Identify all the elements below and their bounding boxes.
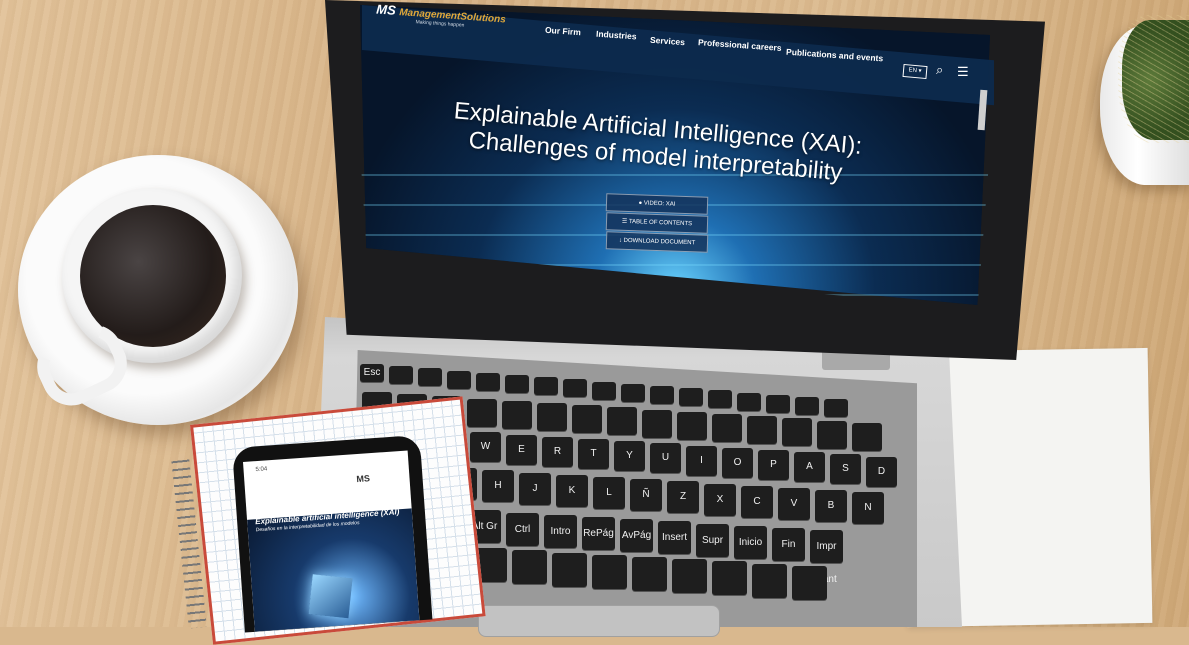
keyboard-key[interactable]: Y [614, 441, 645, 472]
logo-mark: MS [375, 1, 397, 18]
keyboard-key[interactable] [418, 368, 442, 387]
keyboard-key[interactable]: Esc [360, 364, 384, 382]
keyboard-key[interactable] [505, 375, 529, 393]
keyboard-key[interactable]: P [758, 450, 789, 480]
keyboard-key[interactable] [782, 418, 812, 447]
keyboard-key[interactable] [817, 420, 847, 449]
keyboard-key[interactable] [792, 565, 827, 600]
language-select[interactable]: EN ▾ [902, 63, 928, 80]
keyboard-key[interactable] [537, 403, 567, 431]
keyboard-key[interactable] [552, 552, 587, 587]
keyboard-key[interactable]: S [830, 454, 861, 485]
keyboard-key[interactable] [747, 416, 777, 445]
keyboard-key[interactable]: A [794, 452, 825, 483]
keyboard-key[interactable] [677, 411, 707, 440]
menu-icon[interactable]: ☰ [957, 64, 969, 80]
keyboard-key[interactable]: D [866, 456, 897, 487]
keyboard-key[interactable]: Ñ [630, 479, 662, 512]
keyboard-key[interactable] [572, 405, 602, 434]
keyboard-key[interactable] [592, 381, 616, 400]
search-icon[interactable]: ⌕ [936, 62, 943, 78]
cactus-spines [1118, 15, 1189, 143]
keyboard-key[interactable] [447, 370, 471, 389]
keyboard-key[interactable]: R [542, 436, 573, 467]
keyboard-key[interactable] [712, 414, 742, 442]
keyboard-key[interactable] [737, 392, 761, 411]
keyboard-key[interactable]: RePág [582, 517, 615, 550]
keyboard-key[interactable] [752, 563, 787, 598]
phone-time: 5:04 [255, 466, 268, 474]
keyboard-key[interactable]: Impr Pant [810, 530, 843, 585]
keyboard-key[interactable]: X [704, 483, 736, 516]
keyboard-key[interactable] [389, 366, 413, 385]
keyboard-key[interactable]: L [593, 477, 625, 509]
keyboard-key[interactable] [632, 557, 667, 591]
keyboard-key[interactable] [592, 554, 627, 589]
keyboard-key[interactable] [476, 372, 500, 391]
keyboard-key[interactable] [512, 550, 547, 585]
keyboard-key[interactable]: Intro [544, 514, 577, 548]
keyboard-key[interactable]: N [852, 492, 884, 525]
phone-site-logo[interactable]: MS [356, 473, 370, 484]
keyboard-key[interactable] [607, 407, 637, 436]
keyboard-key[interactable] [679, 388, 703, 407]
keyboard-key[interactable]: V [778, 488, 810, 520]
keyboard-key[interactable]: T [578, 439, 609, 469]
keyboard-key[interactable]: O [722, 447, 753, 478]
keyboard-key[interactable]: B [815, 490, 847, 523]
keyboard-key[interactable] [672, 559, 707, 594]
keyboard-key[interactable]: U [650, 443, 681, 474]
keyboard-key[interactable] [467, 398, 497, 427]
download-button-label: DOWNLOAD DOCUMENT [623, 237, 696, 247]
keyboard-key[interactable] [650, 386, 674, 404]
keyboard-key[interactable]: H [482, 470, 514, 503]
keyboard-key[interactable] [642, 409, 672, 438]
keyboard-key[interactable]: Fin [772, 528, 805, 561]
video-button-label: VIDEO: XAI [643, 200, 676, 208]
keyboard-key[interactable] [712, 561, 747, 596]
phone-screen: 5:04 MS Explainable artificial intellige… [243, 450, 420, 632]
keyboard-key[interactable] [824, 399, 848, 418]
keyboard-key[interactable]: E [506, 434, 537, 465]
keyboard-key[interactable]: W [470, 432, 501, 463]
download-document-button[interactable]: ↓ DOWNLOAD DOCUMENT [605, 231, 709, 253]
keyboard-key[interactable] [621, 383, 645, 402]
keyboard-key[interactable]: C [741, 485, 773, 518]
keyboard-key[interactable] [534, 377, 558, 396]
keyboard-key[interactable] [708, 390, 732, 409]
keyboard-key[interactable] [766, 394, 790, 413]
keyboard-key[interactable]: K [556, 474, 588, 507]
keyboard-key[interactable]: Insert [658, 521, 691, 555]
keyboard-key[interactable]: J [519, 472, 551, 505]
glowing-cube [308, 574, 353, 619]
keyboard-key[interactable] [502, 400, 532, 429]
table-of-contents-button[interactable]: ☰ TABLE OF CONTENTS [605, 212, 709, 234]
keyboard-key[interactable] [563, 379, 587, 398]
keyboard-key[interactable]: Ctrl [506, 512, 539, 546]
toc-button-label: TABLE OF CONTENTS [628, 219, 693, 228]
keyboard-key[interactable]: Supr [696, 523, 729, 557]
keyboard-key[interactable]: I [686, 445, 717, 476]
keyboard-key[interactable]: Inicio [734, 525, 767, 559]
keyboard-key[interactable] [852, 422, 882, 451]
keyboard-key[interactable]: AvPág [620, 519, 653, 553]
keyboard-key[interactable] [795, 397, 819, 415]
video-button[interactable]: ● VIDEO: XAI [605, 193, 709, 215]
trackpad[interactable] [478, 605, 720, 637]
keyboard-key[interactable]: Z [667, 481, 699, 514]
